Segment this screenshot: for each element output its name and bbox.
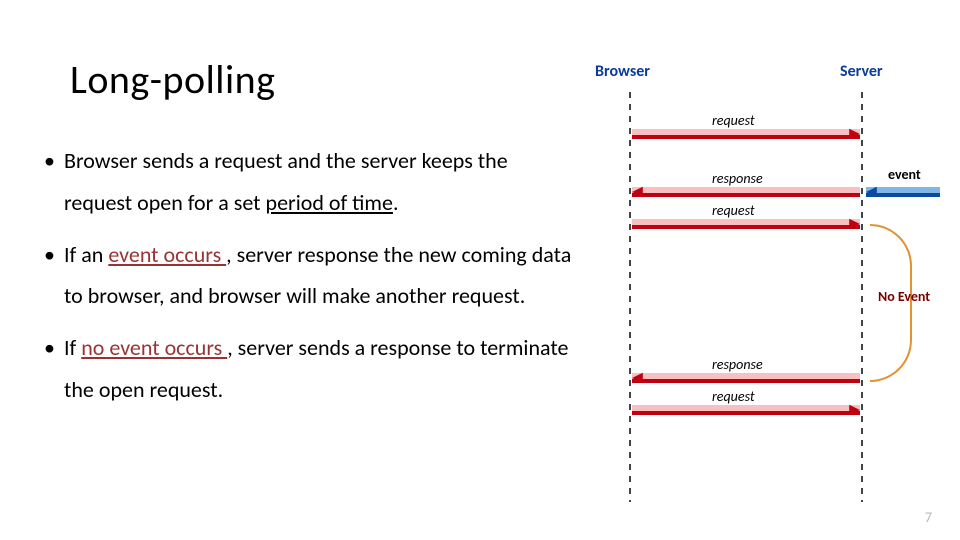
arrow-label: response — [712, 170, 763, 187]
bullet-list: Browser sends a request and the server k… — [40, 140, 580, 411]
bullet-item: If an event occurs , server response the… — [40, 234, 580, 318]
slide-body: Browser sends a request and the server k… — [40, 140, 580, 421]
arrow-label: request — [712, 388, 755, 405]
sequence-diagram: Browser Server request response event reque… — [580, 62, 950, 522]
arrow-label: request — [712, 202, 755, 219]
slide: Long-polling Browser sends a request and… — [0, 0, 960, 540]
bullet-item: If no event occurs , server sends a resp… — [40, 327, 580, 411]
slide-title: Long-polling — [70, 55, 276, 104]
arrow-label: event — [888, 166, 921, 183]
arrow-label: request — [712, 112, 755, 129]
arrow-label: response — [712, 356, 763, 373]
bullet-item: Browser sends a request and the server k… — [40, 140, 580, 224]
page-number: 7 — [925, 509, 932, 526]
diagram-header-browser: Browser — [595, 62, 650, 81]
no-event-label: No Event — [878, 288, 930, 305]
diagram-header-server: Server — [840, 62, 883, 81]
